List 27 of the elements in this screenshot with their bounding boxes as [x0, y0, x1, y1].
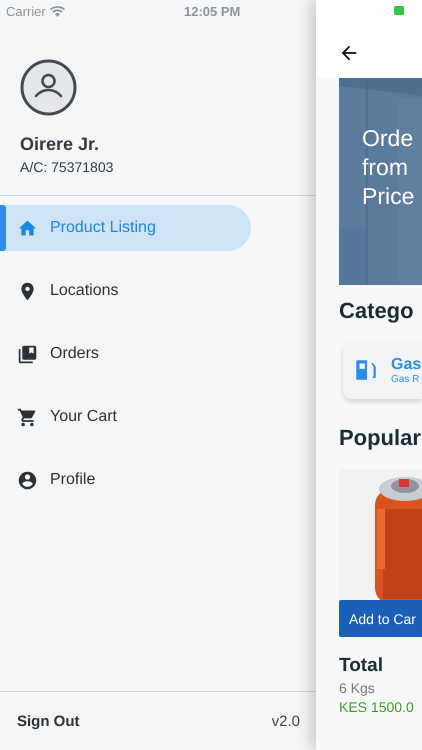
drawer-item[interactable]: Orders [0, 331, 251, 377]
drawer-item[interactable]: Your Cart [0, 394, 251, 440]
banner-text: Orde [362, 124, 414, 153]
cart-icon [17, 406, 38, 428]
version-label: v2.0 [272, 712, 300, 730]
category-title: Gas [391, 356, 422, 374]
section-title: Catego [339, 298, 415, 324]
banner-text: Price [362, 182, 414, 211]
drawer-item[interactable]: Locations [0, 268, 251, 314]
stacked-cards-icon [17, 344, 38, 364]
section-title: Popular [339, 425, 422, 451]
product-title: Total [339, 655, 384, 677]
product-price: KES 1500.0 [339, 699, 415, 715]
drawer-item[interactable]: Profile [0, 457, 251, 503]
status-time: 12:05 PM [184, 4, 240, 19]
person-icon [17, 470, 38, 490]
avatar-icon [20, 59, 77, 116]
banner-text: from [362, 153, 409, 182]
carrier-label: Carrier [6, 4, 46, 18]
product-weight: 6 Kgs [339, 680, 376, 696]
sign-out-button[interactable]: Sign Out [17, 712, 80, 730]
account-number: A/C: 75371803 [20, 159, 114, 175]
battery-icon [394, 6, 404, 15]
user-name: Oirere Jr. [20, 134, 100, 155]
category-subtitle: Gas R [391, 374, 420, 384]
add-to-cart-button[interactable]: Add to Car [339, 600, 422, 637]
wifi-icon [50, 6, 65, 16]
